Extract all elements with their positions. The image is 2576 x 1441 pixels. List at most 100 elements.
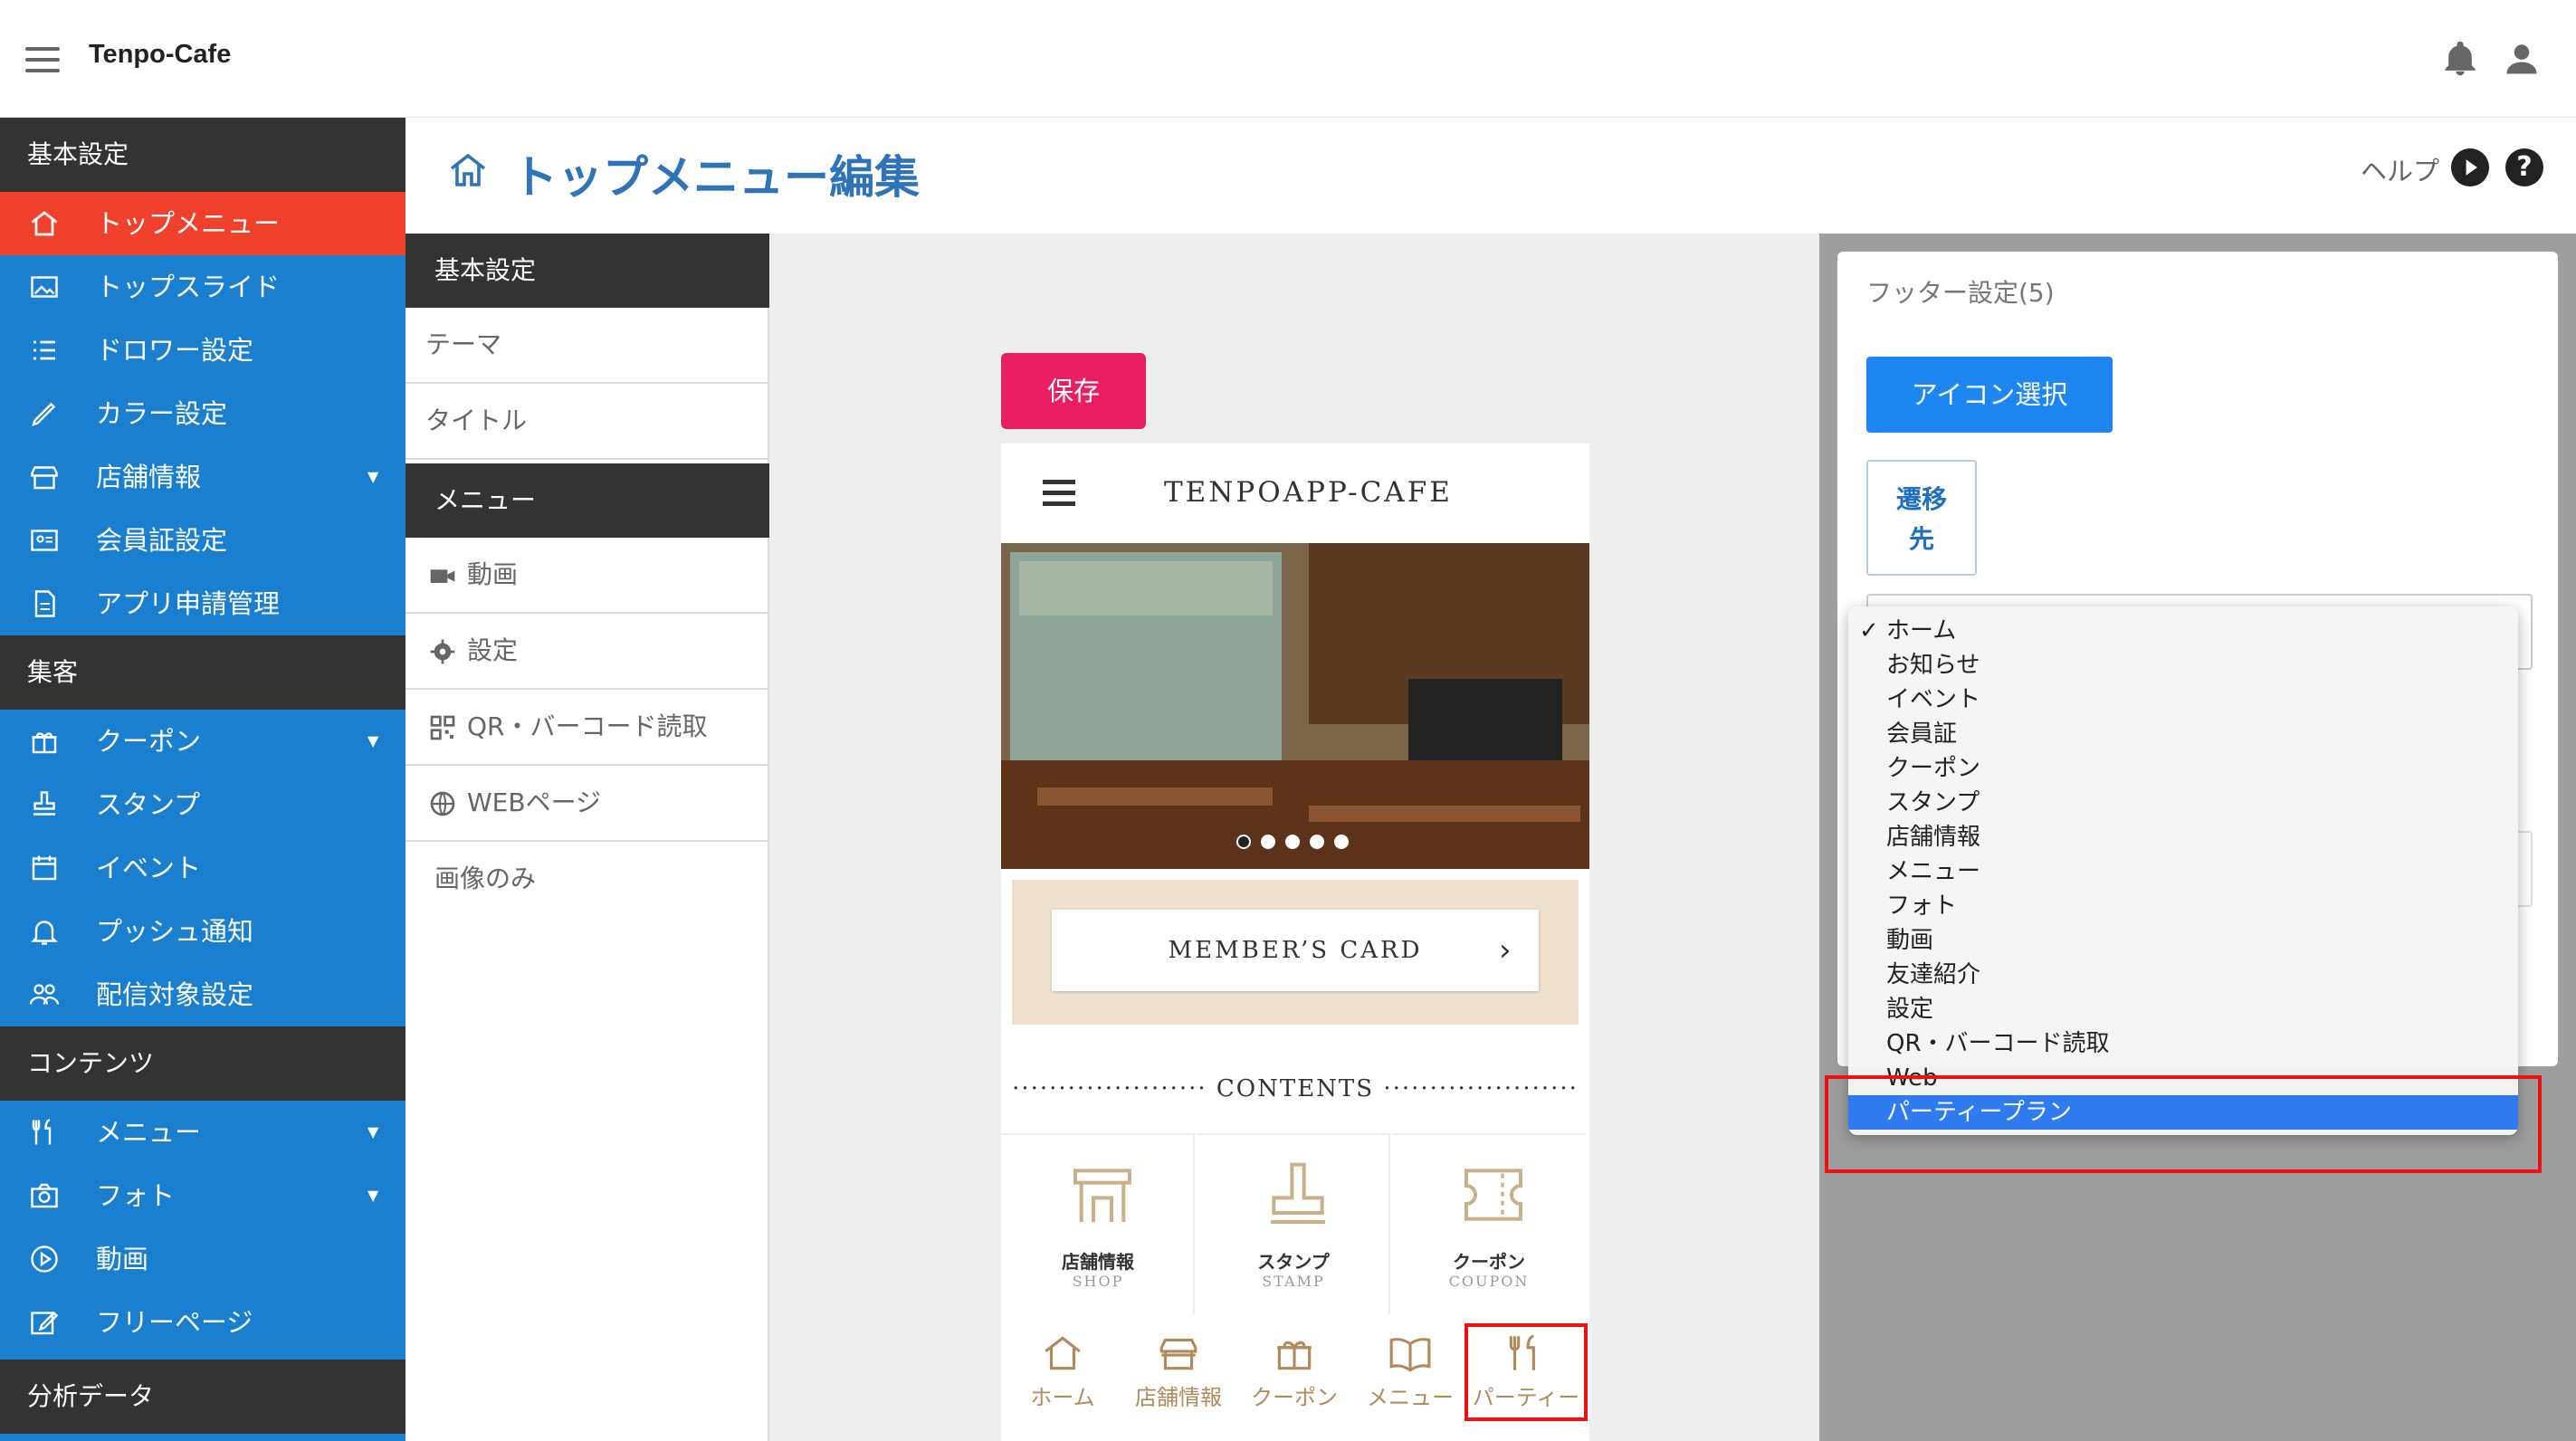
phone-title: TENPOAPP-CAFE (1164, 476, 1453, 509)
menu-list-item-title[interactable]: タイトル (405, 384, 769, 460)
tile-coupon[interactable]: クーポン COUPON (1392, 1133, 1586, 1314)
chevron-right-icon: › (1499, 932, 1512, 969)
menu-list-item-qr[interactable]: QR・バーコード読取 (405, 690, 769, 766)
home-icon (31, 211, 58, 236)
footer-nav-store[interactable]: 店舗情報 (1121, 1322, 1236, 1439)
play-circle-icon (31, 1245, 58, 1273)
footer-nav-label: メニュー (1367, 1385, 1454, 1410)
user-account-icon[interactable] (2502, 38, 2542, 80)
menu-list-item-image-only[interactable]: 画像のみ (405, 842, 769, 918)
footer-nav-coupon[interactable]: クーポン (1236, 1322, 1352, 1439)
notification-bell-icon[interactable] (2440, 38, 2480, 80)
menu-list-item-label: QR・バーコード読取 (467, 711, 708, 741)
footer-nav-label: 店舗情報 (1135, 1385, 1222, 1410)
destination-dropdown[interactable]: ✓ ホーム お知らせ イベント 会員証 クーポン スタンプ 店舗情報 メニュー フ… (1848, 606, 2518, 1135)
dropdown-option[interactable]: メニュー (1848, 854, 2518, 889)
menu-list-item-settings[interactable]: 設定 (405, 614, 769, 690)
globe-icon (430, 791, 455, 816)
sidebar-item-photo[interactable]: フォト ▼ (0, 1164, 405, 1227)
caret-down-icon: ▼ (367, 1123, 379, 1140)
dropdown-option[interactable]: 設定 (1848, 992, 2518, 1026)
stamp-icon (1271, 1162, 1325, 1224)
sidebar-item-free-page[interactable]: フリーページ (0, 1291, 405, 1354)
slide-indicator[interactable] (1236, 835, 1359, 853)
tile-sublabel: COUPON (1448, 1273, 1530, 1290)
list-icon (33, 340, 55, 360)
footer-nav-menu[interactable]: メニュー (1352, 1322, 1468, 1439)
sidebar-item-label: ドロワー設定 (96, 335, 254, 366)
home-icon (1045, 1336, 1081, 1370)
tile-stamp[interactable]: スタンプ STAMP (1197, 1133, 1390, 1314)
dropdown-option[interactable]: 友達紹介 (1848, 958, 2518, 992)
sidebar: 基本設定 トップメニュー トップスライド ドロワー設定 カラー設定 店舗情報 ▼… (0, 118, 405, 1441)
sidebar-item-top-menu[interactable]: トップメニュー (0, 192, 405, 255)
menu-list-item-theme[interactable]: テーマ (405, 308, 769, 384)
sidebar-item-app-application[interactable]: アプリ申請管理 (0, 572, 405, 635)
sidebar-item-video[interactable]: 動画 (0, 1227, 405, 1291)
dropdown-option[interactable]: フォト (1848, 889, 2518, 923)
sidebar-item-label: フォト (96, 1180, 176, 1211)
help-question-icon[interactable]: ? (2505, 148, 2543, 186)
tile-shop[interactable]: 店舗情報 SHOP (1001, 1133, 1195, 1314)
destination-button[interactable]: 遷移 先 (1866, 460, 1977, 576)
caret-down-icon: ▼ (367, 732, 379, 749)
sidebar-item-label: イベント (96, 853, 202, 883)
help-play-icon[interactable] (2451, 148, 2489, 186)
dropdown-option[interactable]: お知らせ (1848, 648, 2518, 682)
sidebar-section-basic: 基本設定 (0, 118, 405, 192)
help-link[interactable]: ヘルプ (2361, 150, 2439, 188)
menu-list-panel: 基本設定 テーマ タイトル メニュー 動画 設定 QR・バーコード読取 WEBペ… (405, 234, 769, 1441)
dropdown-option[interactable]: ✓ ホーム (1848, 614, 2518, 648)
menu-list-item-label: WEBページ (467, 787, 602, 817)
sidebar-item-label: フリーページ (96, 1307, 253, 1338)
sidebar-item-menu[interactable]: メニュー ▼ (0, 1101, 405, 1164)
tile-sublabel: STAMP (1262, 1273, 1325, 1290)
dropdown-option[interactable]: スタンプ (1848, 786, 2518, 820)
tile-sublabel: SHOP (1072, 1273, 1124, 1290)
member-card-label: MEMBER’S CARD (1168, 937, 1423, 964)
footer-nav-home[interactable]: ホーム (1005, 1322, 1121, 1439)
sidebar-item-member-card[interactable]: 会員証設定 (0, 509, 405, 572)
caret-down-icon: ▼ (367, 1187, 379, 1204)
sidebar-item-coupon[interactable]: クーポン ▼ (0, 710, 405, 773)
save-button[interactable]: 保存 (1001, 353, 1146, 429)
sidebar-item-label: 動画 (96, 1244, 149, 1274)
top-bar (0, 0, 2576, 118)
menu-list-item-label: 設定 (467, 635, 519, 665)
member-card-button[interactable]: MEMBER’S CARD › (1052, 910, 1539, 991)
sidebar-item-push[interactable]: プッシュ通知 (0, 900, 405, 963)
dropdown-option[interactable]: クーポン (1848, 751, 2518, 786)
app-title: Tenpo-Cafe (89, 40, 232, 69)
dropdown-option[interactable]: 動画 (1848, 923, 2518, 958)
phone-menu-icon (1043, 480, 1075, 507)
store-icon (31, 466, 58, 490)
dropdown-option[interactable]: 会員証 (1848, 717, 2518, 751)
dropdown-option[interactable]: 店舗情報 (1848, 820, 2518, 854)
sidebar-item-delivery-target[interactable]: 配信対象設定 (0, 963, 405, 1026)
menu-list-item-video[interactable]: 動画 (405, 538, 769, 614)
icon-select-button[interactable]: アイコン選択 (1866, 357, 2113, 433)
sidebar-item-event[interactable]: イベント (0, 836, 405, 900)
sidebar-item-top-slide[interactable]: トップスライド (0, 255, 405, 319)
sidebar-item-label: プッシュ通知 (96, 916, 254, 947)
menu-list-section-menu: メニュー (405, 463, 769, 538)
sidebar-item-stamp[interactable]: スタンプ (0, 773, 405, 836)
sidebar-item-store-info[interactable]: 店舗情報 ▼ (0, 445, 405, 509)
image-icon (31, 276, 58, 298)
contents-heading: ····················· CONTENTS ·········… (1012, 1075, 1579, 1102)
dropdown-highlight-box (1825, 1075, 2542, 1173)
calendar-icon (32, 855, 57, 881)
tile-label: スタンプ (1257, 1251, 1330, 1273)
dropdown-option[interactable]: イベント (1848, 682, 2518, 717)
phone-preview: TENPOAPP-CAFE MEMBER’S CARD › ··········… (1001, 444, 1589, 1441)
edit-icon (31, 1311, 59, 1335)
qr-icon (430, 715, 455, 740)
sidebar-item-drawer[interactable]: ドロワー設定 (0, 319, 405, 382)
sidebar-item-color[interactable]: カラー設定 (0, 382, 405, 445)
menu-list-item-web[interactable]: WEBページ (405, 766, 769, 842)
hamburger-menu-icon[interactable] (25, 47, 60, 72)
sidebar-item-label: スタンプ (96, 789, 201, 820)
gear-icon (430, 639, 455, 664)
dropdown-option[interactable]: QR・バーコード読取 (1848, 1026, 2518, 1061)
sidebar-item-label: 店舗情報 (96, 462, 202, 492)
